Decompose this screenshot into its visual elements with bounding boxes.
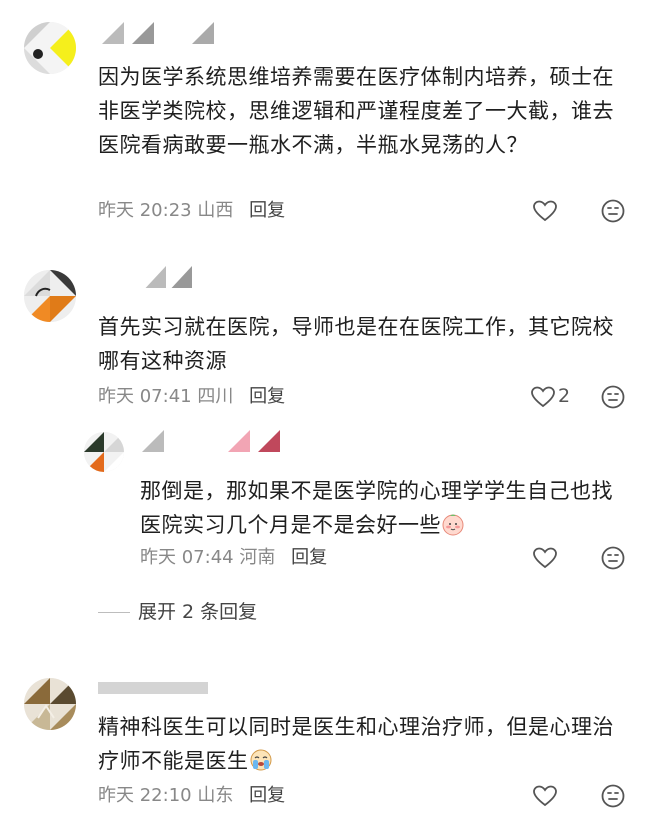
avatar-image bbox=[24, 678, 76, 730]
heart-outline-icon[interactable] bbox=[532, 783, 558, 809]
comment-meta: 昨天 22:10 山东 回复 bbox=[98, 783, 285, 809]
comment-item: 精神科医生可以同时是医生和心理治疗师，但是心理治疗师不能是医生 昨天 22:10… bbox=[0, 0, 660, 830]
reply-text: 精神科医生可以同时是医生和心理治疗师，但是心理治疗师不能是医生 bbox=[98, 715, 614, 773]
comment-time: 昨天 22:10 bbox=[98, 785, 192, 806]
comment-location: 山东 bbox=[197, 785, 234, 806]
reply-button[interactable]: 回复 bbox=[249, 785, 285, 806]
neutral-face-icon[interactable] bbox=[600, 783, 626, 809]
avatar[interactable] bbox=[24, 678, 76, 730]
comment-text: 精神科医生可以同时是医生和心理治疗师，但是心理治疗师不能是医生 bbox=[98, 710, 628, 778]
username-mosaic bbox=[98, 682, 208, 694]
crying-face-emoji bbox=[250, 749, 271, 771]
